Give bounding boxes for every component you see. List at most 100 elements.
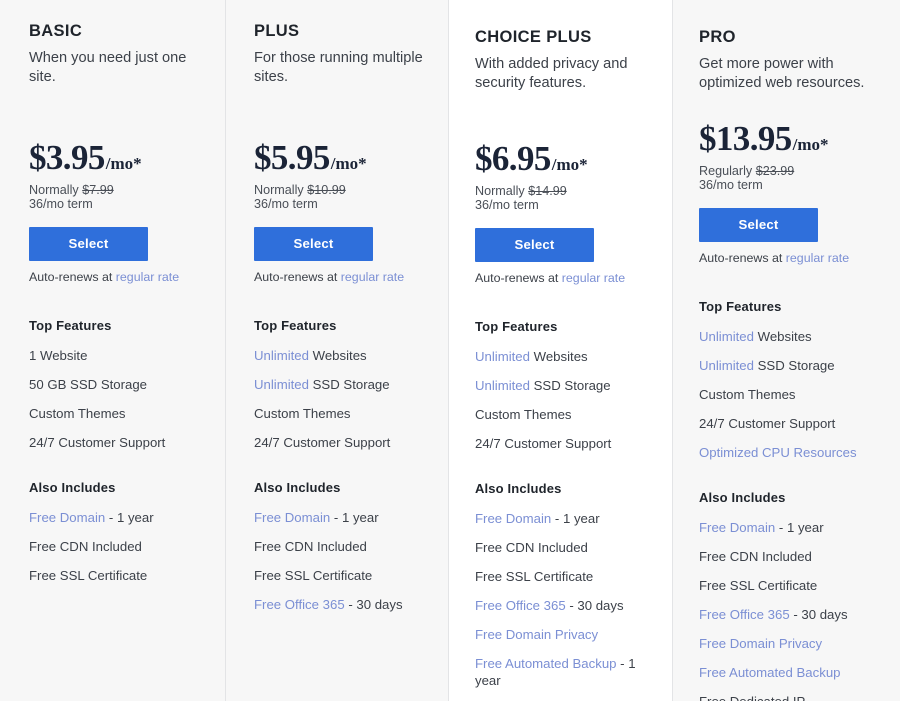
top-features-list: Unlimited Websites Unlimited SSD Storage C… bbox=[475, 348, 658, 452]
price-compare-value: $10.99 bbox=[307, 182, 346, 197]
feature-link[interactable]: Free Office 365 bbox=[475, 598, 566, 613]
feature-item: Unlimited Websites bbox=[254, 347, 434, 364]
pricing-table: BASIC When you need just one site. $3.95… bbox=[0, 0, 900, 701]
feature-text: Free CDN Included bbox=[254, 538, 367, 554]
select-button[interactable]: Select bbox=[29, 226, 148, 261]
price-block: $13.95 /mo* Regularly $23.99 36/mo term bbox=[699, 121, 886, 193]
price-compare-label: Normally bbox=[475, 183, 529, 198]
feature-item: Free Automated Backup bbox=[699, 664, 886, 681]
feature-link[interactable]: Free Automated Backup bbox=[699, 665, 840, 680]
feature-link[interactable]: Free Automated Backup bbox=[475, 656, 616, 671]
select-button[interactable]: Select bbox=[254, 226, 373, 261]
feature-text: Free SSL Certificate bbox=[29, 567, 148, 583]
feature-item: 24/7 Customer Support bbox=[254, 434, 434, 451]
price-period: /mo* bbox=[792, 134, 829, 154]
select-button[interactable]: Select bbox=[699, 207, 818, 242]
autorenew-prefix: Auto-renews at bbox=[254, 269, 341, 284]
price-term: 36/mo term bbox=[699, 177, 763, 192]
plan-tagline: When you need just one site. bbox=[29, 49, 187, 86]
feature-item: Free Office 365 - 30 days bbox=[254, 596, 434, 613]
feature-item: 24/7 Customer Support bbox=[29, 434, 211, 451]
top-features-list: Unlimited Websites Unlimited SSD Storage C… bbox=[254, 347, 434, 451]
feature-link[interactable]: Free Domain Privacy bbox=[699, 636, 822, 651]
feature-link[interactable]: Free Domain bbox=[29, 510, 105, 525]
feature-item: Unlimited Websites bbox=[475, 348, 658, 365]
price-compare-value: $14.99 bbox=[528, 183, 567, 198]
price-compare: Regularly $23.99 bbox=[699, 164, 886, 178]
plan-card-choice-plus: CHOICE PLUS With added privacy and secur… bbox=[448, 0, 672, 701]
price-row: $13.95 /mo* bbox=[699, 121, 886, 156]
autorenew-prefix: Auto-renews at bbox=[699, 250, 786, 265]
price-amount: $5.95 bbox=[254, 137, 330, 177]
top-features-heading: Top Features bbox=[475, 318, 558, 334]
also-includes-heading: Also Includes bbox=[699, 489, 786, 505]
feature-link[interactable]: Unlimited bbox=[475, 378, 530, 393]
price-period: /mo* bbox=[330, 153, 367, 173]
feature-item: Unlimited SSD Storage bbox=[699, 357, 886, 374]
feature-item: Free Automated Backup - 1 year bbox=[475, 655, 658, 689]
price-term: 36/mo term bbox=[254, 196, 318, 211]
feature-link[interactable]: Unlimited bbox=[254, 348, 309, 363]
feature-link[interactable]: Free Office 365 bbox=[254, 597, 345, 612]
feature-link[interactable]: Free Domain bbox=[699, 520, 775, 535]
feature-link[interactable]: Unlimited bbox=[475, 349, 530, 364]
feature-link[interactable]: Unlimited bbox=[699, 329, 754, 344]
select-button[interactable]: Select bbox=[475, 227, 594, 262]
also-includes-list: Free Domain - 1 year Free CDN Included Fre… bbox=[254, 509, 434, 613]
regular-rate-link[interactable]: regular rate bbox=[562, 271, 625, 285]
plan-card-plus: PLUS For those running multiple sites. $… bbox=[225, 0, 448, 701]
price-row: $3.95 /mo* bbox=[29, 140, 211, 175]
feature-link[interactable]: Free Office 365 bbox=[699, 607, 790, 622]
plan-name: PRO bbox=[699, 28, 736, 46]
feature-text: - 1 year bbox=[775, 519, 824, 535]
plan-card-basic: BASIC When you need just one site. $3.95… bbox=[0, 0, 225, 701]
regular-rate-link[interactable]: regular rate bbox=[786, 251, 849, 265]
feature-link[interactable]: Free Domain bbox=[475, 511, 551, 526]
autorenew-note: Auto-renews at regular rate bbox=[254, 270, 434, 285]
feature-item: 1 Website bbox=[29, 347, 211, 364]
feature-item: Free Office 365 - 30 days bbox=[699, 606, 886, 623]
feature-text: SSD Storage bbox=[529, 377, 611, 393]
feature-item: Free CDN Included bbox=[29, 538, 211, 555]
price-block: $3.95 /mo* Normally $7.99 36/mo term bbox=[29, 140, 211, 212]
feature-link[interactable]: Free Domain bbox=[254, 510, 330, 525]
top-features-list: 1 Website 50 GB SSD Storage Custom Themes 2… bbox=[29, 347, 211, 451]
feature-item: Unlimited SSD Storage bbox=[254, 376, 434, 393]
feature-text: Custom Themes bbox=[29, 405, 126, 421]
price-period: /mo* bbox=[551, 154, 588, 174]
plan-tagline: With added privacy and security features… bbox=[475, 55, 628, 92]
feature-link[interactable]: Free Domain Privacy bbox=[475, 627, 598, 642]
feature-link[interactable]: Unlimited bbox=[254, 377, 309, 392]
feature-item: Optimized CPU Resources bbox=[699, 444, 886, 461]
feature-item: Custom Themes bbox=[699, 386, 886, 403]
feature-text: Custom Themes bbox=[475, 406, 572, 422]
price-compare-value: $7.99 bbox=[82, 182, 114, 197]
feature-text: Free CDN Included bbox=[475, 539, 588, 555]
feature-link[interactable]: Optimized CPU Resources bbox=[699, 445, 857, 460]
feature-item: 24/7 Customer Support bbox=[699, 415, 886, 432]
price-compare-label: Regularly bbox=[699, 163, 756, 178]
plan-card-pro: PRO Get more power with optimized web re… bbox=[672, 0, 900, 701]
top-features-list: Unlimited Websites Unlimited SSD Storage C… bbox=[699, 328, 886, 461]
feature-text: Custom Themes bbox=[699, 386, 796, 402]
feature-text: - 1 year bbox=[330, 509, 379, 525]
feature-item: Custom Themes bbox=[254, 405, 434, 422]
top-features-heading: Top Features bbox=[29, 317, 112, 333]
price-period: /mo* bbox=[105, 153, 142, 173]
feature-item: Free Domain - 1 year bbox=[699, 519, 886, 536]
feature-text: Free SSL Certificate bbox=[475, 568, 594, 584]
top-features-heading: Top Features bbox=[699, 298, 782, 314]
feature-text: Websites bbox=[529, 348, 588, 364]
also-includes-heading: Also Includes bbox=[254, 479, 341, 495]
feature-text: Free SSL Certificate bbox=[254, 567, 373, 583]
feature-link[interactable]: Unlimited bbox=[699, 358, 754, 373]
price-term: 36/mo term bbox=[475, 197, 539, 212]
regular-rate-link[interactable]: regular rate bbox=[341, 270, 404, 284]
feature-item: Free Domain Privacy bbox=[475, 626, 658, 643]
feature-text: 24/7 Customer Support bbox=[29, 434, 166, 450]
feature-item: 50 GB SSD Storage bbox=[29, 376, 211, 393]
feature-text: 24/7 Customer Support bbox=[475, 435, 612, 451]
price-amount: $3.95 bbox=[29, 137, 105, 177]
regular-rate-link[interactable]: regular rate bbox=[116, 270, 179, 284]
plan-name: PLUS bbox=[254, 22, 300, 40]
